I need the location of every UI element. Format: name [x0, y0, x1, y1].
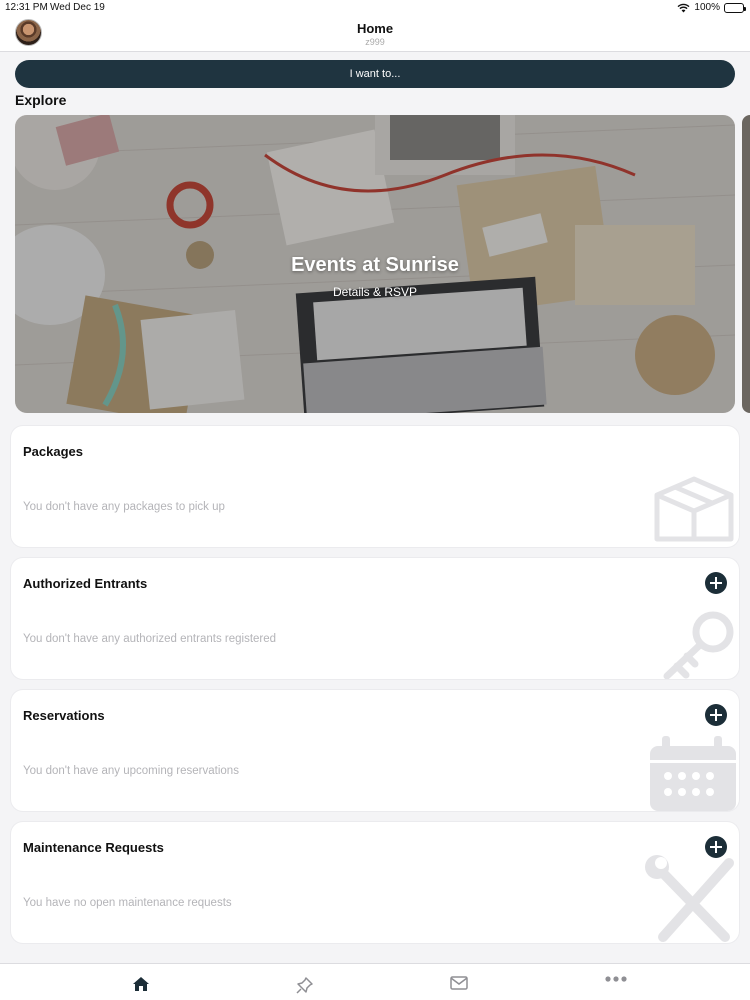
status-date: Wed Dec 19 — [50, 2, 105, 13]
calendar-icon — [650, 736, 736, 811]
hero-next-card-peek[interactable] — [742, 115, 750, 413]
status-bar: 12:31 PM Wed Dec 19 100% — [0, 0, 750, 16]
battery-icon — [724, 2, 746, 13]
tools-icon — [645, 855, 734, 942]
i-want-to-button[interactable]: I want to... — [15, 60, 735, 88]
home-icon[interactable] — [129, 976, 153, 996]
entrants-empty-text: You don't have any authorized entrants r… — [23, 633, 277, 645]
explore-heading: Explore — [15, 92, 67, 108]
more-icon[interactable] — [604, 976, 628, 996]
reservations-title: Reservations — [23, 708, 105, 723]
entrants-title: Authorized Entrants — [23, 576, 148, 591]
pin-icon[interactable] — [293, 976, 317, 996]
package-box-icon — [654, 476, 734, 542]
add-reservation-button[interactable] — [705, 704, 727, 726]
explore-hero-card[interactable]: Events at Sunrise Details & RSVP — [15, 115, 735, 413]
packages-empty-text: You don't have any packages to pick up — [23, 501, 225, 513]
hero-subtitle: Details & RSVP — [332, 285, 418, 299]
mail-icon[interactable] — [447, 976, 471, 996]
add-entrant-button[interactable] — [705, 572, 727, 594]
page-subtitle: z999 — [365, 37, 385, 47]
key-icon — [663, 611, 734, 679]
packages-card[interactable]: Packages You don't have any packages to … — [11, 426, 739, 547]
maintenance-requests-card[interactable]: Maintenance Requests You have no open ma… — [11, 822, 739, 943]
status-time: 12:31 PM — [5, 2, 48, 13]
authorized-entrants-card[interactable]: Authorized Entrants You don't have any a… — [11, 558, 739, 679]
page-title: Home — [356, 21, 394, 36]
maintenance-empty-text: You have no open maintenance requests — [23, 897, 232, 909]
battery-percent: 100% — [694, 2, 720, 13]
wifi-icon — [677, 3, 690, 12]
hero-title: Events at Sunrise — [291, 254, 459, 276]
reservations-empty-text: You don't have any upcoming reservations — [23, 765, 239, 777]
nav-bar: Home z999 — [0, 16, 750, 52]
packages-title: Packages — [23, 444, 83, 459]
tab-bar — [0, 963, 750, 1000]
status-right: 100% — [677, 2, 746, 13]
reservations-card[interactable]: Reservations You don't have any upcoming… — [11, 690, 739, 811]
maintenance-title: Maintenance Requests — [23, 840, 164, 855]
